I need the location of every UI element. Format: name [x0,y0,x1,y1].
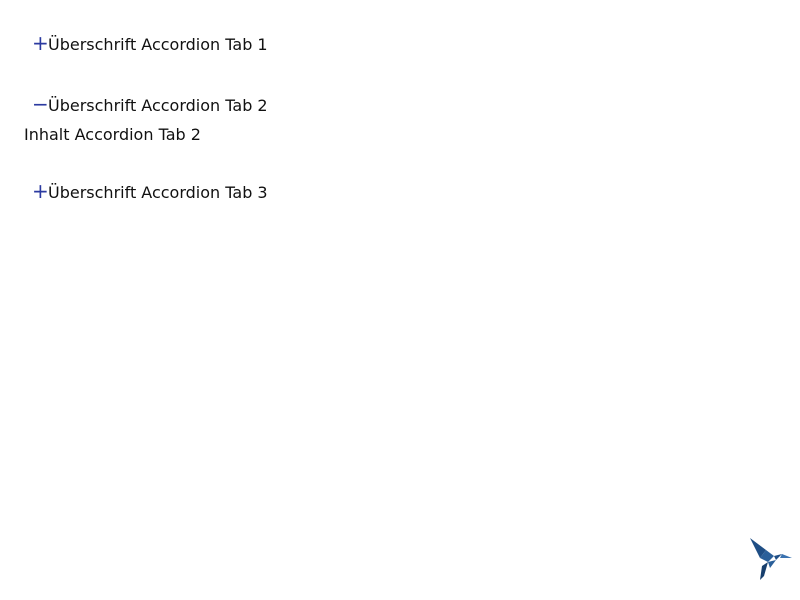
page: + Überschrift Accordion Tab 1 − Überschr… [0,0,800,600]
accordion-tab-2: − Überschrift Accordion Tab 2 Inhalt Acc… [24,91,424,149]
accordion-tab-2-content: Inhalt Accordion Tab 2 [24,125,201,144]
accordion-tab-1: + Überschrift Accordion Tab 1 [24,30,424,60]
accordion-tab-1-title: Überschrift Accordion Tab 1 [48,35,268,54]
logo-tail [760,562,768,580]
accordion-tab-1-header[interactable]: + Überschrift Accordion Tab 1 [24,30,424,60]
accordion-tab-3-title: Überschrift Accordion Tab 3 [48,183,268,202]
accordion-tab-2-header[interactable]: − Überschrift Accordion Tab 2 [24,91,424,121]
logo-beak [780,554,792,558]
accordion-tab-3: + Überschrift Accordion Tab 3 [24,178,424,208]
accordion-tab-3-header[interactable]: + Überschrift Accordion Tab 3 [24,178,424,208]
accordion-spacer [24,60,424,91]
logo-belly [768,560,776,568]
accordion-tab-2-title: Überschrift Accordion Tab 2 [48,96,268,115]
plus-icon[interactable]: + [32,30,49,56]
hummingbird-logo-icon [750,538,792,580]
accordion: + Überschrift Accordion Tab 1 − Überschr… [24,30,424,208]
plus-icon[interactable]: + [32,178,49,204]
minus-icon[interactable]: − [32,91,49,117]
accordion-spacer [24,159,424,178]
